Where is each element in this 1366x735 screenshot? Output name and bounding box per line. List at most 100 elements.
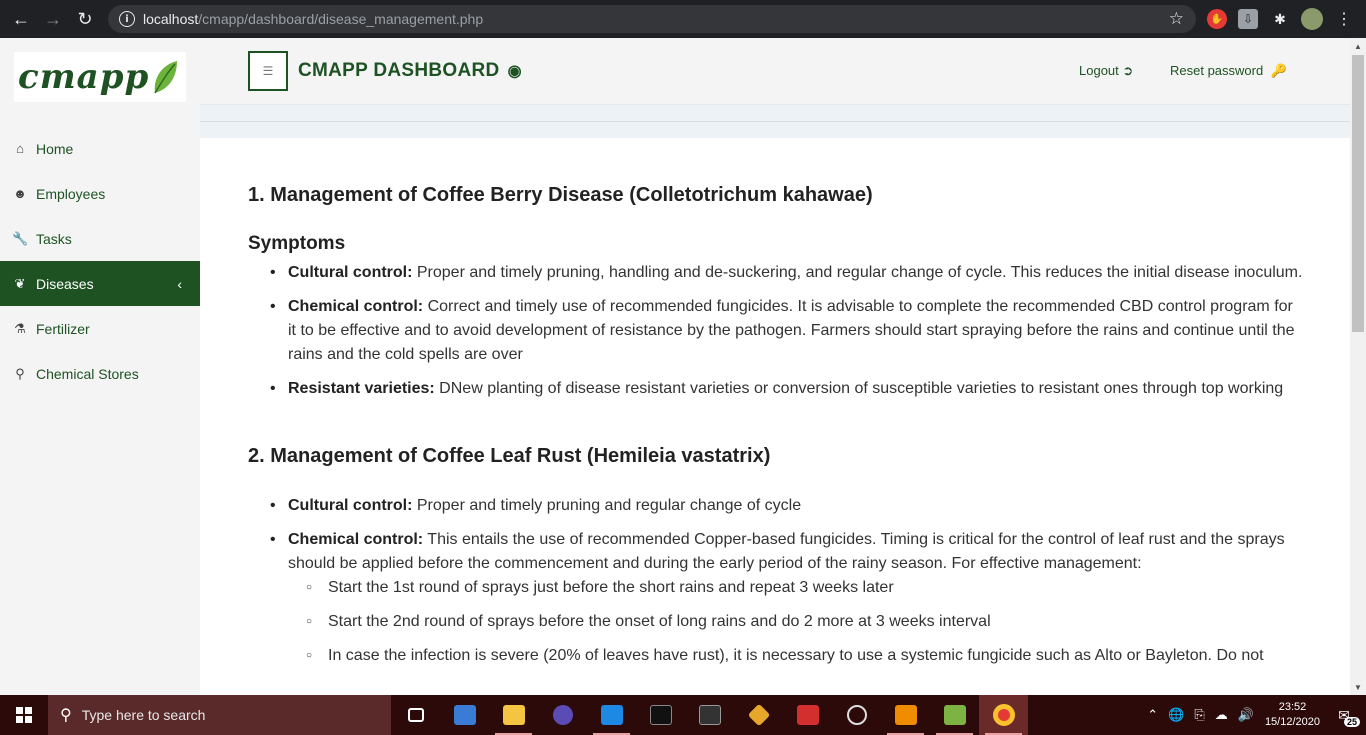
network-app-icon[interactable] (832, 695, 881, 735)
wrench-icon: 🔧 (12, 230, 29, 246)
list-item-text: Proper and timely pruning and regular ch… (412, 497, 802, 514)
sidebar-item-label: Diseases (36, 275, 94, 292)
sub-list-item: Start the 2nd round of sprays before the… (306, 610, 1303, 634)
sidebar-item-chemical-stores[interactable]: ⚲ Chemical Stores (0, 351, 200, 396)
leaf-icon: ❦ (14, 275, 26, 291)
arduino-app-icon[interactable] (783, 695, 832, 735)
hamburger-menu-button[interactable]: ☰ (248, 51, 288, 91)
list-item-label: Resistant varieties: (288, 380, 435, 397)
reset-password-label: Reset password (1170, 63, 1264, 78)
eclipse-app-icon[interactable] (538, 695, 587, 735)
list-item-text: Correct and timely use of recommended fu… (288, 298, 1295, 363)
show-hidden-icons-chevron-icon[interactable]: ⌃ (1147, 707, 1158, 723)
bookmark-star-icon[interactable]: ☆ (1169, 9, 1184, 29)
scroll-down-arrow-icon[interactable]: ▼ (1350, 679, 1366, 695)
map-marker-icon: ⚲ (15, 365, 25, 381)
list-item-label: Chemical control: (288, 531, 424, 548)
profile-avatar[interactable] (1301, 8, 1323, 30)
terminal-icon[interactable] (636, 695, 685, 735)
logout-label: Logout (1079, 63, 1119, 78)
windows-taskbar: ⚲ Type here to search ⌃ 🌐 ⎘ ☁ 🔊 23:52 15… (0, 695, 1366, 735)
extensions-puzzle-icon[interactable]: ✱ (1270, 9, 1290, 29)
site-info-icon[interactable]: i (119, 11, 135, 27)
browser-menu-icon[interactable]: ⋮ (1334, 9, 1354, 29)
url-text[interactable]: localhost/cmapp/dashboard/disease_manage… (143, 11, 483, 27)
sidebar-item-home[interactable]: ⌂ Home (0, 126, 200, 171)
chevron-left-icon: ‹ (177, 275, 182, 292)
flask-icon: ⚗ (14, 320, 26, 336)
scrollbar-thumb[interactable] (1352, 55, 1364, 332)
vscode-icon[interactable] (587, 695, 636, 735)
logo-text: cmapp (18, 57, 150, 97)
list-item-label: Chemical control: (288, 298, 424, 315)
home-icon: ⌂ (16, 141, 24, 156)
leaf-logo-icon (154, 61, 178, 94)
taskbar-search-box[interactable]: ⚲ Type here to search (48, 695, 391, 735)
action-center-icon[interactable]: ✉ 25 (1330, 701, 1360, 729)
windows-logo-icon (16, 707, 32, 723)
logout-link[interactable]: Logout ➲ (1079, 63, 1133, 79)
list-item-text: DNew planting of disease resistant varie… (434, 380, 1284, 397)
reload-icon[interactable]: ↻ (69, 3, 101, 35)
web-page: cmapp ⌂ Home ☻ Employees 🔧 Tasks ❦ Disea… (0, 38, 1366, 695)
page-scrollbar[interactable]: ▲ ▼ (1350, 38, 1366, 695)
user-icon: ☻ (13, 186, 27, 201)
git-app-icon[interactable] (734, 695, 783, 735)
list-item: Resistant varieties: DNew planting of di… (270, 377, 1303, 401)
forward-arrow-icon[interactable]: → (37, 3, 69, 35)
cmapp-logo[interactable]: cmapp (14, 52, 186, 102)
address-bar[interactable]: i localhost/cmapp/dashboard/disease_mana… (108, 5, 1196, 33)
list-item: Chemical control: This entails the use o… (270, 528, 1303, 668)
language-globe-icon[interactable]: 🌐 (1168, 707, 1184, 723)
symptoms-heading: Symptoms (248, 233, 346, 254)
search-icon: ⚲ (60, 707, 72, 724)
sidebar-item-employees[interactable]: ☻ Employees (0, 171, 200, 216)
url-host: localhost (143, 11, 199, 27)
sidebar-item-label: Home (36, 140, 74, 157)
back-arrow-icon[interactable]: ← (5, 3, 37, 35)
sub-list-item: In case the infection is severe (20% of … (306, 644, 1303, 668)
sidebar-item-fertilizer[interactable]: ⚗ Fertilizer (0, 306, 200, 351)
photos-app-icon[interactable] (440, 695, 489, 735)
search-placeholder: Type here to search (81, 707, 206, 723)
download-extension-icon[interactable]: ⇩ (1238, 9, 1258, 29)
list-item-text: This entails the use of recommended Copp… (288, 531, 1285, 572)
dashboard-title-text: CMAPP DASHBOARD (298, 60, 500, 81)
adblock-extension-icon[interactable]: ✋ (1207, 9, 1227, 29)
section-heading-clr: 2. Management of Coffee Leaf Rust (Hemil… (248, 445, 771, 467)
list-item-label: Cultural control: (288, 264, 413, 281)
sub-list-item: Start the 1st round of sprays just befor… (306, 576, 1303, 600)
reset-password-link[interactable]: Reset password 🔑 (1170, 63, 1287, 79)
sublime-text-icon[interactable] (881, 695, 930, 735)
cbd-control-list: Cultural control: Proper and timely prun… (270, 261, 1303, 401)
onedrive-cloud-icon[interactable]: ☁ (1215, 707, 1228, 723)
top-navbar: ☰ CMAPP DASHBOARD ◉ Logout ➲ Reset passwo… (200, 38, 1350, 104)
system-tray: ⌃ 🌐 ⎘ ☁ 🔊 23:52 15/12/2020 ✉ 25 (1142, 695, 1366, 735)
usb-device-icon[interactable]: ⎘ (1194, 707, 1204, 723)
start-button[interactable] (0, 695, 48, 735)
sign-out-icon: ➲ (1122, 63, 1134, 78)
list-item: Cultural control: Proper and timely prun… (270, 261, 1303, 285)
task-view-icon[interactable] (391, 695, 440, 735)
scroll-up-arrow-icon[interactable]: ▲ (1350, 38, 1366, 54)
chrome-taskbar-icon[interactable] (979, 695, 1028, 735)
notification-count-badge: 25 (1343, 717, 1360, 727)
sidebar-item-tasks[interactable]: 🔧 Tasks (0, 216, 200, 261)
list-item-label: Cultural control: (288, 497, 413, 514)
clock-date: 15/12/2020 (1264, 716, 1320, 728)
sidebar-item-diseases[interactable]: ❦ Diseases ‹ (0, 261, 200, 306)
clr-control-list: Cultural control: Proper and timely prun… (270, 494, 1303, 668)
key-icon: 🔑 (1270, 63, 1287, 78)
sidebar-item-label: Fertilizer (36, 320, 90, 337)
browser-toolbar: ← → ↻ i localhost/cmapp/dashboard/diseas… (0, 0, 1366, 38)
console-window-icon[interactable] (685, 695, 734, 735)
disease-management-article: 1. Management of Coffee Berry Disease (C… (248, 184, 1303, 678)
bluestacks-icon[interactable] (930, 695, 979, 735)
dashboard-gauge-icon: ◉ (507, 63, 522, 80)
breadcrumb-band (200, 104, 1350, 138)
system-clock[interactable]: 23:52 15/12/2020 (1265, 700, 1320, 730)
volume-icon[interactable]: 🔊 (1238, 707, 1254, 723)
sidebar-item-label: Chemical Stores (36, 365, 139, 382)
file-explorer-icon[interactable] (489, 695, 538, 735)
